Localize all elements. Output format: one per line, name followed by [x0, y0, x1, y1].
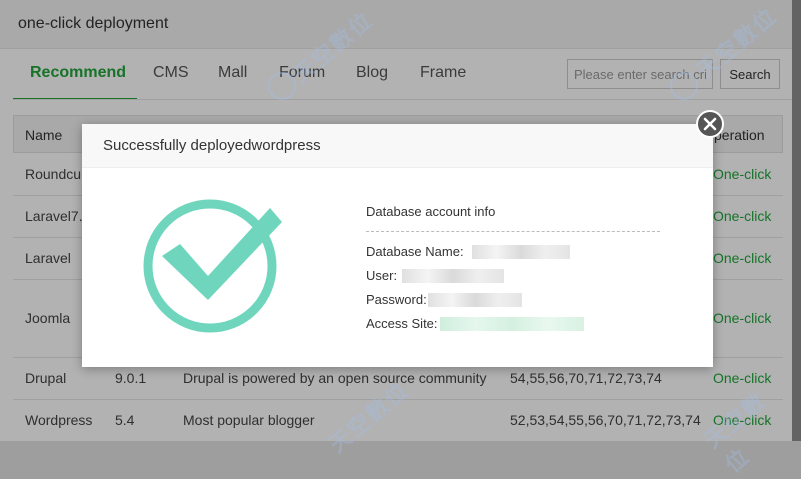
access-site-line: Access Site:: [366, 316, 660, 332]
redacted-user: [402, 269, 504, 283]
checkmark-icon: [143, 199, 282, 333]
redacted-access-site-link[interactable]: [440, 317, 584, 331]
close-dialog-button[interactable]: [696, 110, 724, 138]
close-icon: [703, 117, 717, 131]
watermark-logo-icon: [268, 72, 296, 100]
info-heading: Database account info: [366, 204, 660, 232]
user-line: User:: [366, 268, 660, 284]
redacted-db-name: [472, 245, 570, 259]
database-info: Database account info Database Name: Use…: [366, 204, 660, 332]
success-dialog: Successfully deployedwordpress Database …: [82, 124, 713, 367]
redacted-password: [428, 293, 522, 307]
dialog-title: Successfully deployedwordpress: [103, 137, 321, 154]
dialog-header: Successfully deployedwordpress: [82, 124, 713, 168]
password-line: Password:: [366, 292, 660, 308]
access-site-label: Access Site:: [366, 316, 438, 331]
db-name-label: Database Name:: [366, 244, 464, 259]
db-name-line: Database Name:: [366, 244, 660, 260]
watermark-logo-icon: [670, 72, 698, 100]
user-label: User:: [366, 268, 398, 283]
password-label: Password:: [366, 292, 427, 307]
